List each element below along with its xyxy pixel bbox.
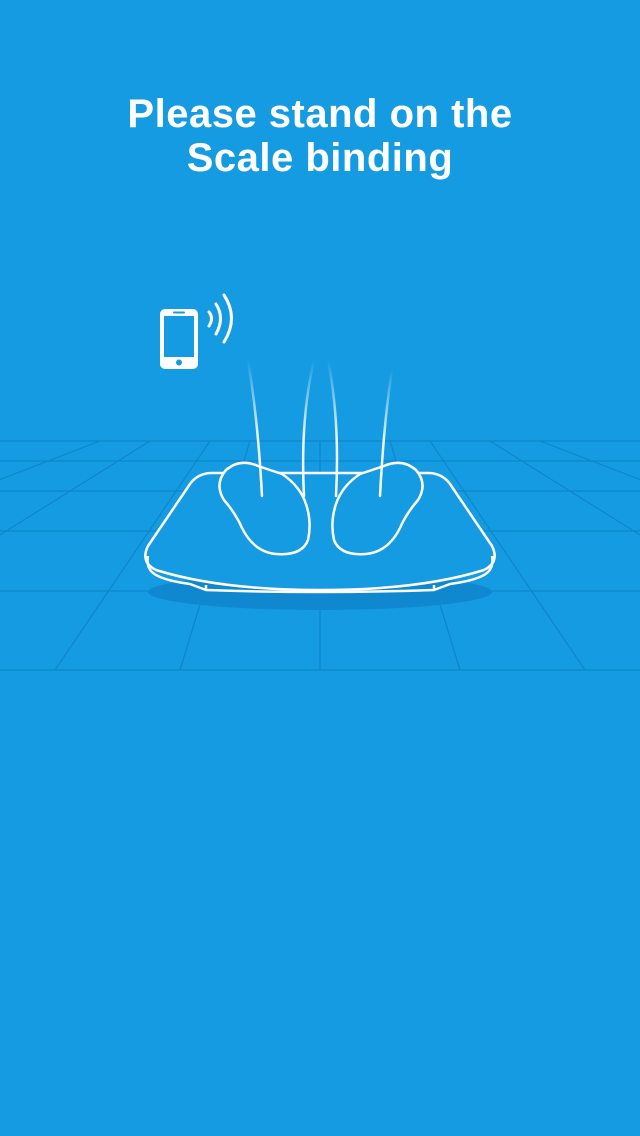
instruction-title: Please stand on the Scale binding xyxy=(40,92,600,180)
instruction-title-line-1: Please stand on the xyxy=(127,92,513,136)
smartphone-icon xyxy=(160,309,198,369)
instruction-title-line-2: Scale binding xyxy=(186,136,454,180)
stand-on-scale-illustration xyxy=(0,293,640,671)
bind-scale-screen: Please stand on the Scale binding xyxy=(0,0,640,1136)
wireless-signal-icon xyxy=(207,293,233,344)
bathroom-scale-icon xyxy=(144,471,496,594)
